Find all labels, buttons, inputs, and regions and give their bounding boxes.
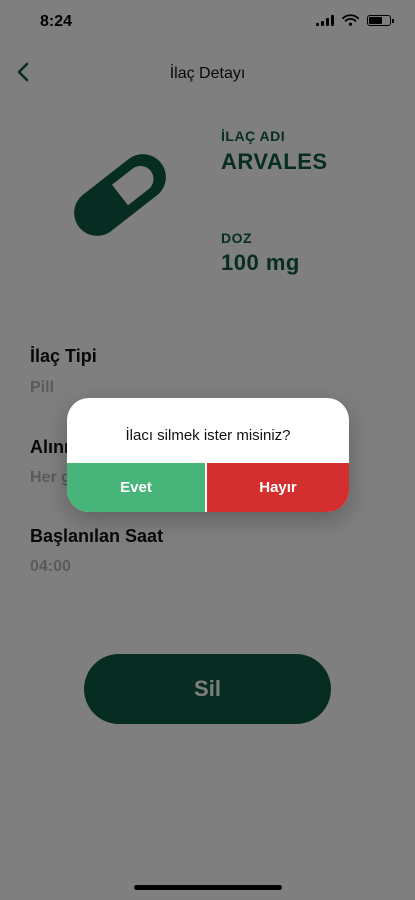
medicine-detail-screen: 8:24 İlaç Detayı İLAÇ ADI ARVALES DOZ 10…: [0, 0, 415, 900]
confirm-yes-button[interactable]: Evet: [67, 463, 207, 512]
home-indicator[interactable]: [134, 885, 282, 890]
confirm-no-button[interactable]: Hayır: [207, 463, 349, 512]
dialog-actions: Evet Hayır: [67, 463, 349, 512]
dialog-message: İlacı silmek ister misiniz?: [125, 427, 291, 444]
delete-confirmation-dialog: İlacı silmek ister misiniz? Evet Hayır: [67, 398, 349, 512]
